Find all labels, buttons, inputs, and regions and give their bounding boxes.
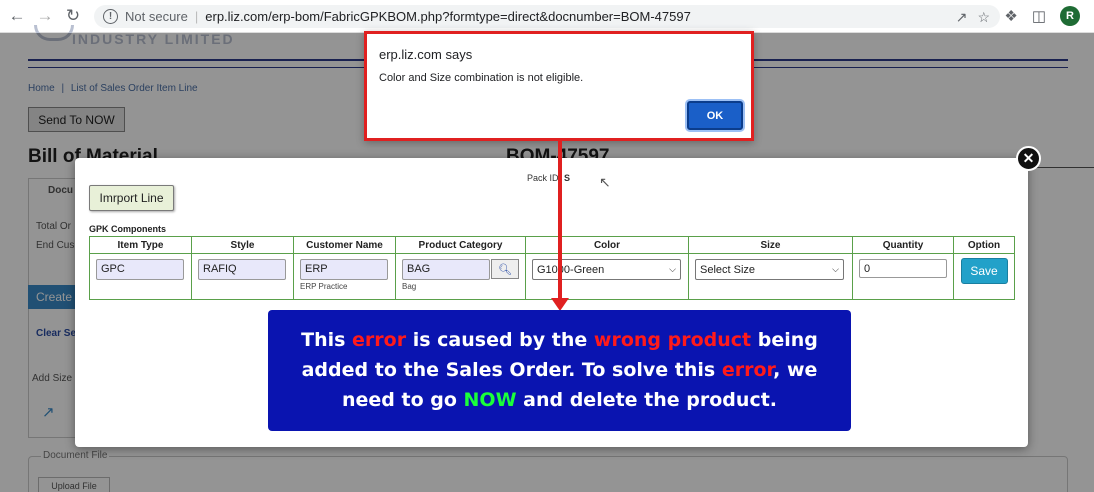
annotation-callout: This error is caused by the wrong produc…: [268, 310, 851, 431]
back-arrow-icon[interactable]: ←: [6, 5, 28, 27]
gpk-components-table: Item Type Style Customer Name Product Ca…: [89, 236, 1015, 300]
alert-title: erp.liz.com says: [379, 47, 473, 62]
callout-text: added to the Sales Order. To solve this: [301, 359, 722, 381]
column-header: Option: [953, 236, 1015, 254]
share-icon[interactable]: ↗: [956, 9, 968, 26]
product-category-subtext: Bag: [402, 282, 417, 291]
color-select-value: G1000-Green: [537, 263, 605, 276]
pack-id: Pack ID: S: [527, 173, 570, 183]
browser-toolbar: ← → ↻ ! Not secure | erp.liz.com/erp-bom…: [0, 0, 1094, 33]
forward-arrow-icon[interactable]: →: [34, 5, 56, 27]
column-header: Product Category: [395, 236, 526, 254]
callout-line-3: need to go NOW and delete the product.: [268, 385, 851, 415]
callout-text: This: [301, 329, 353, 351]
column-header: Item Type: [89, 236, 192, 254]
color-select[interactable]: G1000-Green ⌵: [532, 259, 681, 280]
search-icon[interactable]: 🔍︎: [491, 259, 519, 279]
reload-icon[interactable]: ↻: [62, 5, 84, 27]
customer-name-subtext: ERP Practice: [300, 282, 348, 291]
profile-avatar[interactable]: R: [1060, 6, 1080, 26]
size-select[interactable]: Select Size ⌵: [695, 259, 844, 280]
callout-text: need to go: [341, 389, 464, 411]
callout-text: being: [751, 329, 818, 351]
browser-alert-dialog: erp.liz.com says Color and Size combinat…: [364, 31, 754, 141]
warning-icon[interactable]: !: [103, 9, 118, 24]
product-category-input[interactable]: BAG: [402, 259, 490, 280]
divider: |: [194, 9, 199, 24]
callout-highlight-green: NOW: [463, 389, 517, 411]
option-cell: Save: [953, 253, 1015, 300]
import-line-button[interactable]: Imrport Line: [89, 185, 174, 211]
table-header-row: Item Type Style Customer Name Product Ca…: [89, 236, 1015, 254]
callout-highlight-red: error: [352, 329, 407, 351]
callout-highlight-red: wrong product: [593, 329, 752, 351]
size-select-value: Select Size: [700, 263, 756, 276]
save-button[interactable]: Save: [960, 258, 1008, 284]
color-cell: G1000-Green ⌵: [525, 253, 689, 300]
url-text[interactable]: erp.liz.com/erp-bom/FabricGPKBOM.php?for…: [205, 9, 691, 24]
callout-text: is caused by the: [406, 329, 594, 351]
mouse-cursor-icon: ↖: [599, 174, 611, 190]
item-type-cell: GPC: [89, 253, 192, 300]
extensions-puzzle-icon[interactable]: ❖: [1004, 7, 1017, 25]
style-input[interactable]: RAFIQ: [198, 259, 286, 280]
address-bar[interactable]: ! Not secure | erp.liz.com/erp-bom/Fabri…: [94, 5, 1000, 28]
item-type-input[interactable]: GPC: [96, 259, 184, 280]
product-category-cell: BAG Bag 🔍︎: [395, 253, 526, 300]
chevron-down-icon: ⌵: [669, 264, 676, 274]
gpk-components-label: GPK Components: [89, 224, 167, 234]
alert-message: Color and Size combination is not eligib…: [379, 72, 584, 84]
callout-line-1: This error is caused by the wrong produc…: [268, 325, 851, 355]
pack-id-label: Pack ID:: [527, 173, 562, 183]
ok-button[interactable]: OK: [687, 101, 743, 130]
pack-id-value: S: [564, 173, 571, 183]
chevron-down-icon: ⌵: [832, 264, 839, 274]
quantity-input[interactable]: 0: [859, 259, 947, 278]
annotation-arrow-line: [558, 140, 562, 300]
bookmark-star-icon[interactable]: ☆: [977, 9, 990, 26]
security-label: Not secure: [125, 9, 188, 24]
column-header: Quantity: [852, 236, 954, 254]
callout-text: , we: [773, 359, 818, 381]
column-header: Customer Name: [293, 236, 396, 254]
column-header: Size: [688, 236, 853, 254]
size-cell: Select Size ⌵: [688, 253, 853, 300]
customer-name-cell: ERP ERP Practice: [293, 253, 396, 300]
table-row: GPC RAFIQ ERP ERP Practice BAG Bag 🔍︎ G1…: [89, 253, 1015, 300]
side-panel-icon[interactable]: ◫: [1032, 7, 1046, 25]
close-icon[interactable]: ✕: [1016, 146, 1041, 171]
column-header: Color: [525, 236, 689, 254]
callout-text: and delete the product.: [516, 389, 778, 411]
column-header: Style: [191, 236, 294, 254]
style-cell: RAFIQ: [191, 253, 294, 300]
customer-name-input[interactable]: ERP: [300, 259, 388, 280]
callout-line-2: added to the Sales Order. To solve this …: [268, 355, 851, 385]
quantity-cell: 0: [852, 253, 954, 300]
callout-highlight-red: error: [721, 359, 774, 381]
